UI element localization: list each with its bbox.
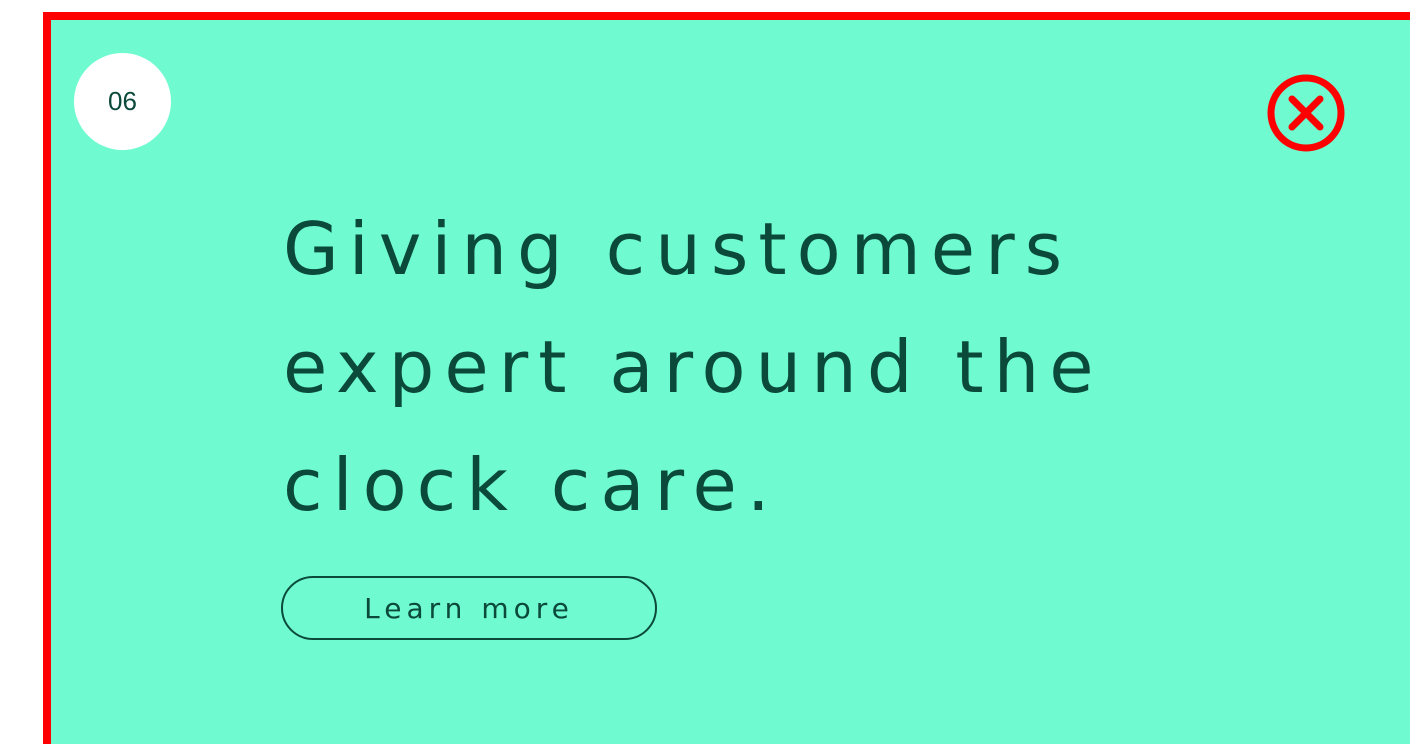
close-circle-icon — [1267, 74, 1345, 152]
learn-more-button[interactable]: Learn more — [281, 576, 657, 640]
close-button[interactable] — [1265, 72, 1347, 154]
step-number-badge: 06 — [74, 53, 171, 150]
step-number: 06 — [108, 86, 137, 116]
slide-panel: 06 Giving customers expert around the cl… — [43, 12, 1410, 744]
headline: Giving customers expert around the clock… — [283, 207, 1104, 527]
